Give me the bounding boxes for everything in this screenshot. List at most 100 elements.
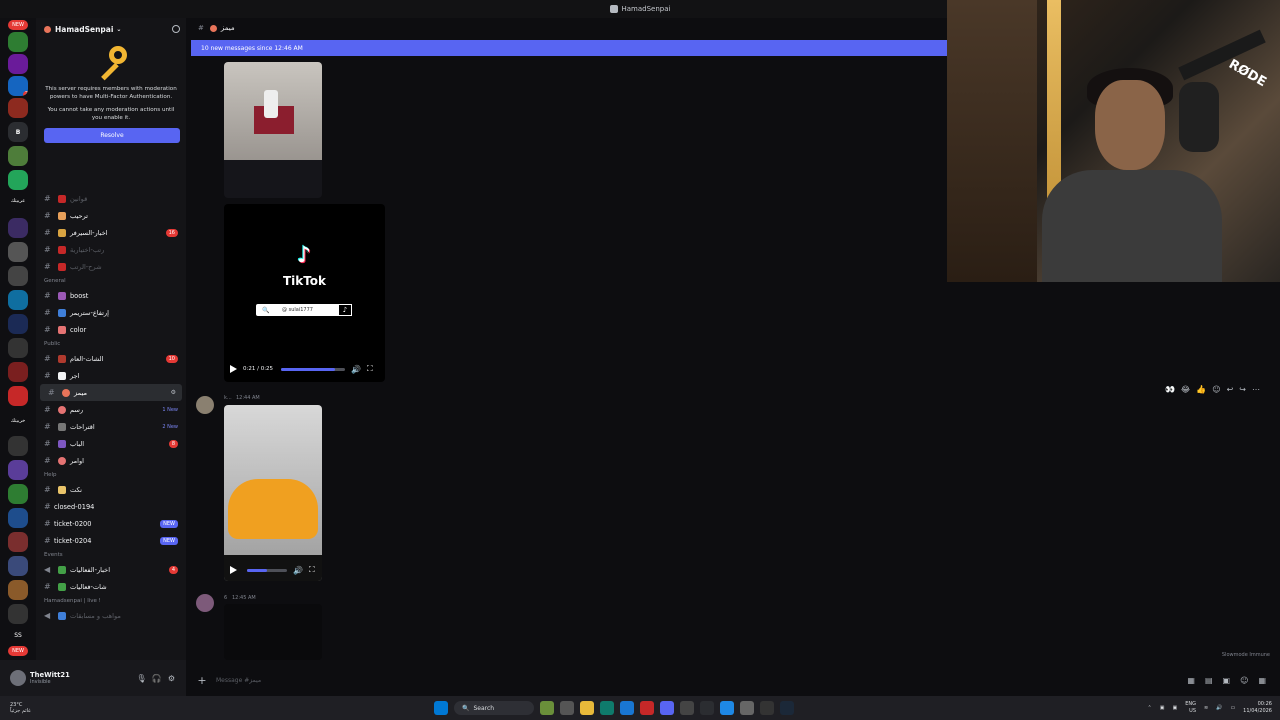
add-member-icon[interactable] [172,25,180,33]
server-icon[interactable] [8,508,28,528]
server-icon[interactable] [8,580,28,600]
channel-item[interactable]: # قوانين [36,190,186,207]
channel-item[interactable]: # رتب-اختيارية [36,241,186,258]
avatar[interactable] [196,594,214,612]
steam-icon[interactable] [780,701,794,715]
server-icon[interactable] [8,386,28,406]
message-input[interactable]: Message #ميمز [216,677,261,684]
task-view-icon[interactable] [560,701,574,715]
category-live[interactable]: Hamadsenpai | live ! [36,595,186,607]
volume-icon[interactable]: 🔊 [1216,705,1222,711]
category-help[interactable]: Help [36,469,186,481]
volume-icon[interactable]: 🔊 [293,566,303,575]
avatar[interactable] [10,670,26,686]
thumbs-up-icon[interactable]: 👍 [1196,385,1206,394]
channel-item[interactable]: # الباب 8 [36,435,186,452]
volume-icon[interactable]: 🔊 [351,365,361,374]
sticker-icon[interactable]: ▣ [1223,676,1231,685]
server-icon[interactable] [8,218,28,238]
channel-item[interactable]: # ترحيب [36,207,186,224]
windows-start-icon[interactable] [434,701,448,715]
fullscreen-icon[interactable]: ⛶ [367,364,373,374]
resolve-button[interactable]: Resolve [44,128,180,143]
tray-icon[interactable]: ▣ [1160,705,1165,711]
category-events[interactable]: Events [36,549,186,561]
video-attachment[interactable] [224,62,322,198]
channel-item[interactable]: # نكت [36,481,186,498]
settings-icon[interactable] [740,701,754,715]
video-attachment[interactable] [224,604,322,660]
play-icon[interactable] [230,566,237,574]
server-icon[interactable] [8,146,28,166]
widgets-icon[interactable] [540,701,554,715]
chrome-icon[interactable] [720,701,734,715]
server-icon[interactable] [8,556,28,576]
channel-item[interactable]: # رسم 1 New [36,401,186,418]
video-attachment[interactable]: 🔊 ⛶ [224,405,322,581]
language-indicator[interactable]: ENG US [1185,701,1196,715]
server-header[interactable]: HamadSenpai ⌄ [36,18,186,40]
channel-item[interactable]: # اخبار-السيرفر 16 [36,224,186,241]
server-icon[interactable] [8,170,28,190]
plus-icon[interactable]: + [196,674,208,687]
gif-icon[interactable]: ▤ [1205,676,1213,685]
video-progress[interactable] [281,367,346,371]
channel-item[interactable]: # شات-فعاليات [36,578,186,595]
server-icon[interactable] [8,604,28,624]
smile-reaction-icon[interactable]: 😂 [1181,385,1190,394]
clock[interactable]: 00:26 11/04/2026 [1243,701,1272,715]
channel-item[interactable]: # boost [36,287,186,304]
server-icon[interactable] [8,460,28,480]
opera-icon[interactable] [640,701,654,715]
server-icon[interactable] [8,338,28,358]
fullscreen-icon[interactable]: ⛶ [309,565,315,575]
channel-item[interactable]: # إرتفاع-ستريمر [36,304,186,321]
chevron-up-icon[interactable]: ⌃ [1148,705,1152,711]
server-icon[interactable] [8,98,28,118]
server-icon[interactable] [8,32,28,52]
channel-item[interactable]: # color [36,321,186,338]
battery-icon[interactable]: ▭ [1230,705,1235,711]
category-public[interactable]: Public [36,338,186,350]
message-author[interactable]: k... [224,395,232,401]
server-icon[interactable] [8,532,28,552]
channel-item[interactable]: # closed-0194 [36,498,186,515]
server-b[interactable]: B [8,122,28,142]
weather-widget[interactable]: 23°C غائم جزئياً [10,702,31,714]
edge-icon[interactable] [600,701,614,715]
headphones-icon[interactable]: 🎧 [152,674,162,683]
microphone-icon[interactable]: 🎙 [136,674,146,683]
server-icon[interactable] [8,362,28,382]
channel-item[interactable]: # شرح-الرتب [36,258,186,275]
server-icon[interactable] [8,242,28,262]
tray-icon[interactable]: ▣ [1172,705,1177,711]
channel-item[interactable]: # ticket-0200 NEW [36,515,186,532]
wifi-icon[interactable]: ≋ [1204,705,1208,711]
channel-item[interactable]: # اوامر [36,452,186,469]
category-general[interactable]: General [36,275,186,287]
server-icon[interactable]: 2 [8,76,28,96]
channel-item[interactable]: # اجر [36,367,186,384]
server-icon[interactable] [8,54,28,74]
obs-icon[interactable] [700,701,714,715]
message-author[interactable]: 6 [224,595,227,601]
emoji-icon[interactable]: ☺ [1240,676,1248,685]
channel-item[interactable]: # ticket-0204 NEW [36,532,186,549]
new-messages-bar[interactable]: 10 new messages since 12:46 AM [191,40,947,56]
server-icon[interactable] [8,266,28,286]
apps-icon[interactable]: ▦ [1258,676,1266,685]
eyes-reaction-icon[interactable]: 👀 [1165,385,1175,394]
file-explorer-icon[interactable] [580,701,594,715]
channel-item[interactable]: ◀ اخبار-الفعاليات 4 [36,561,186,578]
app-icon[interactable] [760,701,774,715]
reply-icon[interactable]: ↩ [1227,385,1234,394]
avatar[interactable] [196,396,214,414]
server-icon[interactable] [8,290,28,310]
server-icon[interactable] [8,314,28,334]
play-icon[interactable] [230,365,237,373]
more-icon[interactable]: ⋯ [1252,385,1260,394]
gear-icon[interactable]: ⚙ [167,674,176,683]
taskbar-search[interactable]: 🔍 Search [454,701,534,715]
gift-icon[interactable]: ▦ [1187,676,1195,685]
message-composer[interactable]: + Message #ميمز ▦ ▤ ▣ ☺ ▦ [196,669,1266,691]
